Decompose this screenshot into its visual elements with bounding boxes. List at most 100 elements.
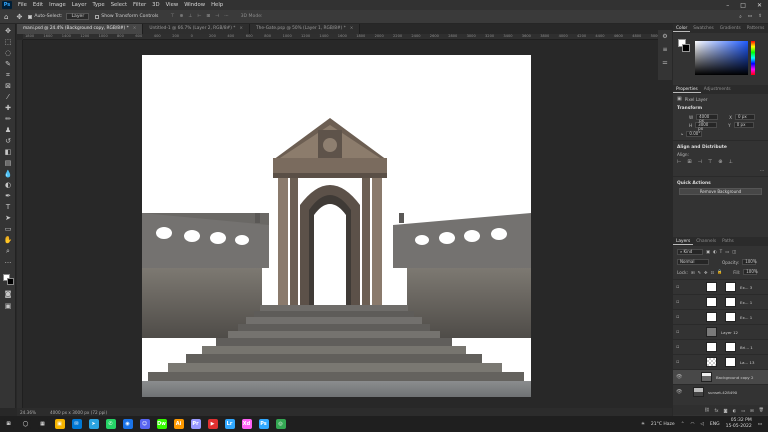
- home-icon[interactable]: ⌂: [4, 13, 8, 21]
- tab-untitled-1[interactable]: Untitled-1 @ 66.7% (Layer 2, RGB/8#) * ×: [143, 24, 251, 34]
- workspace-icon[interactable]: ▭: [748, 14, 752, 20]
- filter-pixel-icon[interactable]: ▣: [706, 249, 710, 254]
- filter-adjust-icon[interactable]: ◐: [713, 249, 717, 254]
- layer-row[interactable]: ▫ Layer 12: [673, 324, 768, 339]
- lock-pixels-icon[interactable]: ⊞: [691, 270, 695, 275]
- align-top-icon[interactable]: ⊤: [708, 159, 712, 165]
- frame-tool-icon[interactable]: ⊠: [3, 82, 13, 91]
- more-options-icon[interactable]: ···: [224, 14, 228, 19]
- link-layers-icon[interactable]: ⛓: [704, 407, 709, 413]
- maximize-button[interactable]: □: [740, 2, 746, 9]
- blur-tool-icon[interactable]: 💧: [3, 170, 13, 179]
- libraries-icon[interactable]: ⚌: [658, 56, 672, 69]
- taskbar-app-icon[interactable]: ✆: [105, 419, 116, 429]
- brush-tool-icon[interactable]: ✏: [3, 115, 13, 124]
- tab-mani[interactable]: mani.psd @ 24.4% (Background copy, RGB/8…: [17, 24, 144, 34]
- tab-color[interactable]: Color: [673, 26, 691, 32]
- close-tab-icon[interactable]: ×: [133, 26, 137, 31]
- align-bottom-icon[interactable]: ⊥: [188, 14, 192, 19]
- menu-select[interactable]: Select: [108, 2, 130, 8]
- auto-select-checkbox[interactable]: [28, 14, 33, 19]
- menu-window[interactable]: Window: [181, 2, 208, 8]
- taskbar-app-icon[interactable]: ⊞: [3, 419, 14, 429]
- canvas-area[interactable]: [23, 40, 672, 408]
- eye-icon[interactable]: 👁: [676, 374, 682, 380]
- align-bottom-icon[interactable]: ⊥: [728, 159, 732, 165]
- taskbar-app-icon[interactable]: ▣: [54, 419, 65, 429]
- taskbar-app-icon[interactable]: ◯: [20, 419, 31, 429]
- menu-file[interactable]: File: [15, 2, 30, 8]
- layer-row-selected[interactable]: 👁 Background copy 2: [673, 369, 768, 384]
- lock-image-icon[interactable]: ✎: [697, 270, 701, 275]
- tab-paths[interactable]: Paths: [719, 239, 737, 244]
- weather-icon[interactable]: ☀: [641, 422, 645, 427]
- taskbar-app-icon[interactable]: ◎: [275, 419, 286, 429]
- fx-icon[interactable]: fx: [715, 408, 719, 413]
- menu-edit[interactable]: Edit: [30, 2, 46, 8]
- lasso-tool-icon[interactable]: ◌: [3, 49, 13, 58]
- trash-icon[interactable]: 🗑: [759, 407, 764, 413]
- layer-row[interactable]: ▫ Ex... 1: [673, 309, 768, 324]
- layer-visibility-toggle[interactable]: ▫: [676, 359, 682, 365]
- layer-row[interactable]: 👁 sunset-428490: [673, 384, 768, 399]
- layer-row[interactable]: ▫ La... 13: [673, 354, 768, 369]
- menu-layer[interactable]: Layer: [69, 2, 90, 8]
- wifi-icon[interactable]: ◠: [690, 422, 694, 427]
- angle-input[interactable]: 0.00°: [686, 130, 703, 137]
- taskbar-app-icon[interactable]: ▶: [207, 419, 218, 429]
- layer-row[interactable]: ▫ Bri... 1: [673, 339, 768, 354]
- move-tool-icon[interactable]: ✥: [3, 27, 13, 36]
- quick-select-tool-icon[interactable]: ✎: [3, 60, 13, 69]
- tray-arrow-icon[interactable]: ⌃: [681, 422, 685, 427]
- layer-row[interactable]: ▫ Ex... 3: [673, 279, 768, 294]
- align-distribute-title[interactable]: Align and Distribute: [673, 143, 768, 152]
- auto-select-target-dropdown[interactable]: Layer: [66, 13, 90, 20]
- quick-actions-title[interactable]: Quick Actions: [673, 179, 768, 188]
- minimize-button[interactable]: –: [726, 2, 729, 9]
- taskbar-app-icon[interactable]: ✉: [71, 419, 82, 429]
- y-input[interactable]: 0 px: [733, 122, 754, 128]
- height-input[interactable]: 3000 px: [695, 122, 718, 131]
- menu-image[interactable]: Image: [46, 2, 69, 8]
- eraser-tool-icon[interactable]: ◧: [3, 148, 13, 157]
- lock-all-icon[interactable]: 🔒: [717, 269, 722, 275]
- menu-3d[interactable]: 3D: [149, 2, 162, 8]
- filter-shape-icon[interactable]: ▭: [725, 249, 729, 254]
- tab-layers[interactable]: Layers: [673, 239, 694, 245]
- tab-adjustments[interactable]: Adjustments: [701, 87, 734, 92]
- filter-smart-icon[interactable]: ◫: [732, 249, 736, 254]
- blend-mode-dropdown[interactable]: Normal: [677, 259, 709, 265]
- screen-mode-icon[interactable]: ▣: [3, 302, 13, 311]
- taskbar-app-icon[interactable]: ➤: [88, 419, 99, 429]
- close-tab-icon[interactable]: ×: [350, 26, 354, 31]
- align-left-icon[interactable]: ⊢: [677, 159, 681, 165]
- tab-gradients[interactable]: Gradients: [717, 26, 744, 31]
- clone-stamp-tool-icon[interactable]: ♟: [3, 126, 13, 135]
- align-hcenter-icon[interactable]: ⊞: [206, 14, 210, 19]
- adjustment-layer-icon[interactable]: ◐: [733, 408, 737, 413]
- align-right-icon[interactable]: ⊣: [698, 159, 702, 165]
- more-options-icon[interactable]: ···: [760, 168, 764, 173]
- align-left-icon[interactable]: ⊢: [197, 14, 201, 19]
- taskbar-app-icon[interactable]: ▦: [37, 419, 48, 429]
- tab-patterns[interactable]: Patterns: [744, 26, 768, 31]
- adjust-icon[interactable]: ≡: [658, 43, 672, 56]
- tab-properties[interactable]: Properties: [673, 87, 701, 93]
- taskbar-app-icon[interactable]: Xd: [241, 419, 252, 429]
- hue-slider[interactable]: [751, 41, 755, 75]
- tab-swatches[interactable]: Swatches: [690, 26, 717, 31]
- align-vcenter-icon[interactable]: ⊕: [179, 14, 183, 19]
- edit-toolbar-icon[interactable]: ···: [3, 259, 13, 268]
- align-vcenter-icon[interactable]: ⊕: [718, 159, 722, 165]
- menu-type[interactable]: Type: [90, 2, 108, 8]
- width-input[interactable]: 4000 px: [696, 114, 719, 123]
- new-layer-icon[interactable]: ⊞: [750, 408, 754, 413]
- pen-tool-icon[interactable]: ✒: [3, 192, 13, 201]
- tab-the-gate[interactable]: The-Gate.psp @ 50% (Layer 1, RGB/8#) * ×: [250, 24, 361, 34]
- align-top-icon[interactable]: ⊤: [170, 14, 174, 19]
- shape-tool-icon[interactable]: ▭: [3, 225, 13, 234]
- lock-position-icon[interactable]: ✥: [704, 270, 708, 275]
- search-icon[interactable]: ⌕: [739, 14, 742, 20]
- history-icon[interactable]: ⚙: [658, 30, 672, 43]
- close-button[interactable]: ✕: [757, 2, 762, 9]
